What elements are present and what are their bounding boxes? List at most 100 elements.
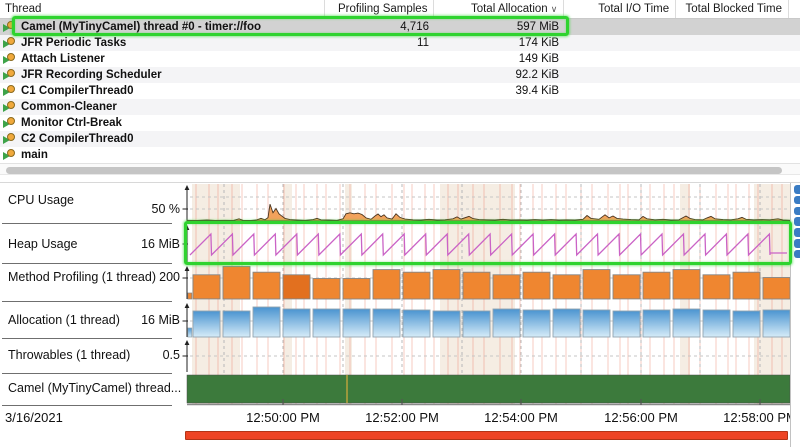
profiling-samples-cell: 11 (325, 35, 435, 51)
thread-dot-icon (7, 21, 15, 29)
method-profiling-bar (253, 272, 280, 299)
chart-option-button[interactable] (794, 239, 800, 248)
method-profiling-bar (763, 278, 790, 300)
allocation-bar (403, 310, 430, 337)
row-separator (2, 263, 172, 264)
method-profiling-bar (553, 275, 580, 299)
total-io-time-cell (565, 35, 677, 51)
profiling-samples-cell (325, 83, 435, 99)
thread-dot-icon (7, 101, 15, 109)
profiling-samples-cell (325, 147, 435, 163)
thread-name: C1 CompilerThread0 (21, 83, 133, 99)
column-header-total-allocation[interactable]: Total Allocation∨ (434, 0, 564, 18)
chart-option-button[interactable] (794, 185, 800, 194)
allocation-bar (583, 310, 610, 337)
row-separator (2, 338, 172, 339)
thread-name-cell: Attach Listener (0, 51, 325, 67)
row-label-camel-thread: Camel (MyTinyCamel) thread... (8, 381, 181, 395)
thread-name-cell: JFR Recording Scheduler (0, 67, 325, 83)
method-profiling-bar (188, 293, 192, 299)
method-profiling-bar (733, 272, 760, 299)
table-row[interactable]: C2 CompilerThread0 (0, 131, 800, 147)
table-horizontal-scrollbar[interactable] (0, 163, 800, 175)
row-label-heap-usage: Heap Usage (8, 237, 78, 251)
allocation-bar (673, 309, 700, 337)
table-row[interactable]: Common-Cleaner (0, 99, 800, 115)
allocation-bar (253, 307, 280, 337)
total-io-time-cell (565, 115, 677, 131)
thread-icon (3, 117, 18, 129)
method-profiling-bar (373, 270, 400, 299)
table-row[interactable]: main (0, 147, 800, 163)
table-row[interactable]: Attach Listener 149 KiB (0, 51, 800, 67)
total-io-time-cell (565, 99, 677, 115)
thread-icon (3, 149, 18, 161)
total-allocation-cell (435, 115, 565, 131)
total-io-time-cell (565, 131, 677, 147)
method-profiling-bar (403, 272, 430, 299)
total-allocation-cell: 92.2 KiB (435, 67, 565, 83)
allocation-bar (193, 311, 220, 337)
thread-dot-icon (7, 149, 15, 157)
ytick-method: 200 (120, 270, 180, 284)
scrollbar-thumb[interactable] (6, 167, 782, 174)
profiler-window: { "table": { "columns": [ {"label": "Thr… (0, 0, 800, 446)
total-io-time-cell (565, 83, 677, 99)
method-profiling-bar (283, 275, 310, 299)
thread-icon (3, 101, 18, 113)
selected-time-range-bar[interactable] (185, 431, 788, 440)
table-row[interactable]: JFR Recording Scheduler 92.2 KiB (0, 67, 800, 83)
allocation-bar (463, 311, 490, 337)
total-allocation-cell: 597 MiB (435, 19, 565, 35)
total-blocked-time-cell (677, 67, 790, 83)
method-profiling-bar (193, 275, 220, 299)
method-profiling-bar (523, 272, 550, 299)
thread-dot-icon (7, 69, 15, 77)
column-header-total-io-time[interactable]: Total I/O Time (564, 0, 676, 18)
allocation-bar (188, 328, 192, 337)
profiling-samples-cell (325, 99, 435, 115)
time-tick-label: 12:56:00 PM (596, 410, 686, 425)
chart-option-button[interactable] (794, 196, 800, 205)
row-label-allocation: Allocation (1 thread) (8, 313, 120, 327)
allocation-bar (433, 311, 460, 337)
time-tick-label: 12:52:00 PM (357, 410, 447, 425)
column-header-total-blocked-time[interactable]: Total Blocked Time (676, 0, 789, 18)
thread-dot-icon (7, 117, 15, 125)
total-blocked-time-cell (677, 99, 790, 115)
chart-option-button[interactable] (794, 228, 800, 237)
chart-option-button[interactable] (794, 207, 800, 216)
table-row[interactable]: JFR Periodic Tasks11174 KiB (0, 35, 800, 51)
ytick-throwables: 0.5 (120, 348, 180, 362)
allocation-bar (523, 310, 550, 337)
table-row[interactable]: Monitor Ctrl-Break (0, 115, 800, 131)
time-tick-label: 12:54:00 PM (476, 410, 566, 425)
thread-name-cell: main (0, 147, 325, 163)
sort-descending-icon: ∨ (551, 4, 558, 14)
method-profiling-bar (343, 279, 370, 300)
chart-option-button[interactable] (794, 250, 800, 259)
table-row[interactable]: Camel (MyTinyCamel) thread #0 - timer://… (0, 19, 800, 35)
total-allocation-cell (435, 131, 565, 147)
axis-date-label: 3/16/2021 (5, 410, 63, 425)
row-label-cpu-usage: CPU Usage (8, 193, 74, 207)
timeline-panel: CPU Usage Heap Usage Method Profiling (1… (0, 182, 800, 446)
thread-name: C2 CompilerThread0 (21, 131, 133, 147)
column-header-total-allocation-label: Total Allocation (471, 3, 548, 15)
total-allocation-cell (435, 99, 565, 115)
table-row[interactable]: C1 CompilerThread039.4 KiB (0, 83, 800, 99)
row-separator (2, 405, 172, 406)
axis-arrowhead-icon (185, 185, 190, 190)
total-allocation-cell: 149 KiB (435, 51, 565, 67)
thread-name: JFR Periodic Tasks (21, 35, 126, 51)
thread-icon (3, 53, 18, 65)
column-header-thread[interactable]: Thread (0, 0, 325, 18)
method-profiling-bar (463, 272, 490, 299)
column-header-profiling-samples[interactable]: Profiling Samples (325, 0, 435, 18)
profiling-samples-cell (325, 67, 435, 83)
chart-option-button[interactable] (794, 217, 800, 226)
total-blocked-time-cell (677, 51, 790, 67)
thread-lifespan-bar (187, 375, 790, 403)
method-profiling-bar (673, 270, 700, 299)
thread-name-cell: Common-Cleaner (0, 99, 325, 115)
